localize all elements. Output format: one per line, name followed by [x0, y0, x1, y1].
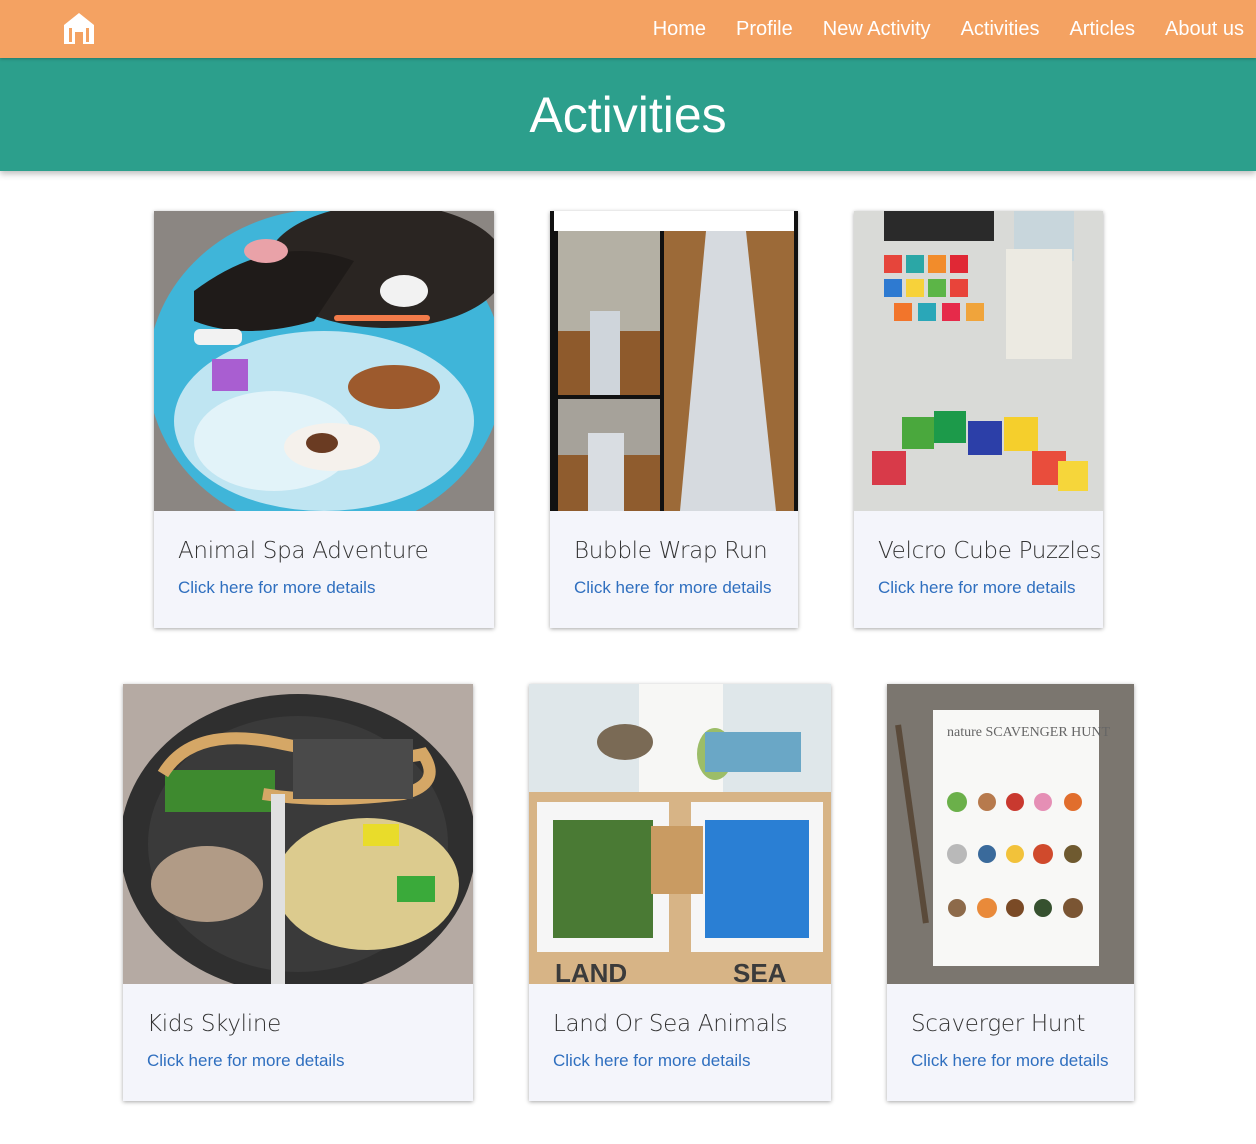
activity-image[interactable]: nature SCAVENGER HUNT [887, 684, 1134, 984]
activity-image[interactable]: LAND SEA [529, 684, 831, 984]
details-link[interactable]: Click here for more details [574, 578, 771, 598]
page-title: Activities [529, 86, 727, 143]
activity-title: Animal Spa Adventure [178, 538, 429, 564]
image-label-land: LAND [555, 958, 627, 984]
nav-about-us[interactable]: About us [1165, 18, 1244, 41]
nav-home[interactable]: Home [653, 18, 706, 41]
activity-image[interactable] [123, 684, 473, 984]
activity-title: Kids Skyline [147, 1011, 281, 1037]
nav-new-activity[interactable]: New Activity [823, 18, 931, 41]
details-link[interactable]: Click here for more details [178, 578, 375, 598]
activity-card[interactable]: LAND SEA Land Or Sea Animals Click here … [529, 684, 831, 1101]
activity-title: Bubble Wrap Run [574, 538, 768, 564]
image-heading: nature SCAVENGER HUNT [947, 725, 1111, 740]
nav-activities[interactable]: Activities [961, 18, 1040, 41]
details-link[interactable]: Click here for more details [911, 1051, 1108, 1071]
nav-articles[interactable]: Articles [1069, 18, 1135, 41]
page-header: Activities [0, 58, 1256, 171]
navbar: Home Profile New Activity Activities Art… [0, 0, 1256, 58]
activity-image[interactable] [154, 211, 494, 511]
nav-links: Home Profile New Activity Activities Art… [623, 0, 1244, 58]
activity-card[interactable]: Bubble Wrap Run Click here for more deta… [550, 211, 798, 628]
home-icon[interactable] [61, 10, 97, 46]
nav-profile[interactable]: Profile [736, 18, 793, 41]
activity-image[interactable] [854, 211, 1103, 511]
activity-card[interactable]: nature SCAVENGER HUNT Scaverger Hunt Cli… [887, 684, 1134, 1101]
details-link[interactable]: Click here for more details [878, 578, 1075, 598]
details-link[interactable]: Click here for more details [553, 1051, 750, 1071]
activity-title: Velcro Cube Puzzles [878, 538, 1102, 564]
image-label-sea: SEA [733, 958, 787, 984]
details-link[interactable]: Click here for more details [147, 1051, 344, 1071]
activity-card[interactable]: Velcro Cube Puzzles Click here for more … [854, 211, 1103, 628]
activity-card[interactable]: Animal Spa Adventure Click here for more… [154, 211, 494, 628]
activity-image[interactable] [550, 211, 798, 511]
activity-card[interactable]: Kids Skyline Click here for more details [123, 684, 473, 1101]
activity-title: Land Or Sea Animals [553, 1011, 788, 1037]
activity-title: Scaverger Hunt [911, 1011, 1086, 1037]
